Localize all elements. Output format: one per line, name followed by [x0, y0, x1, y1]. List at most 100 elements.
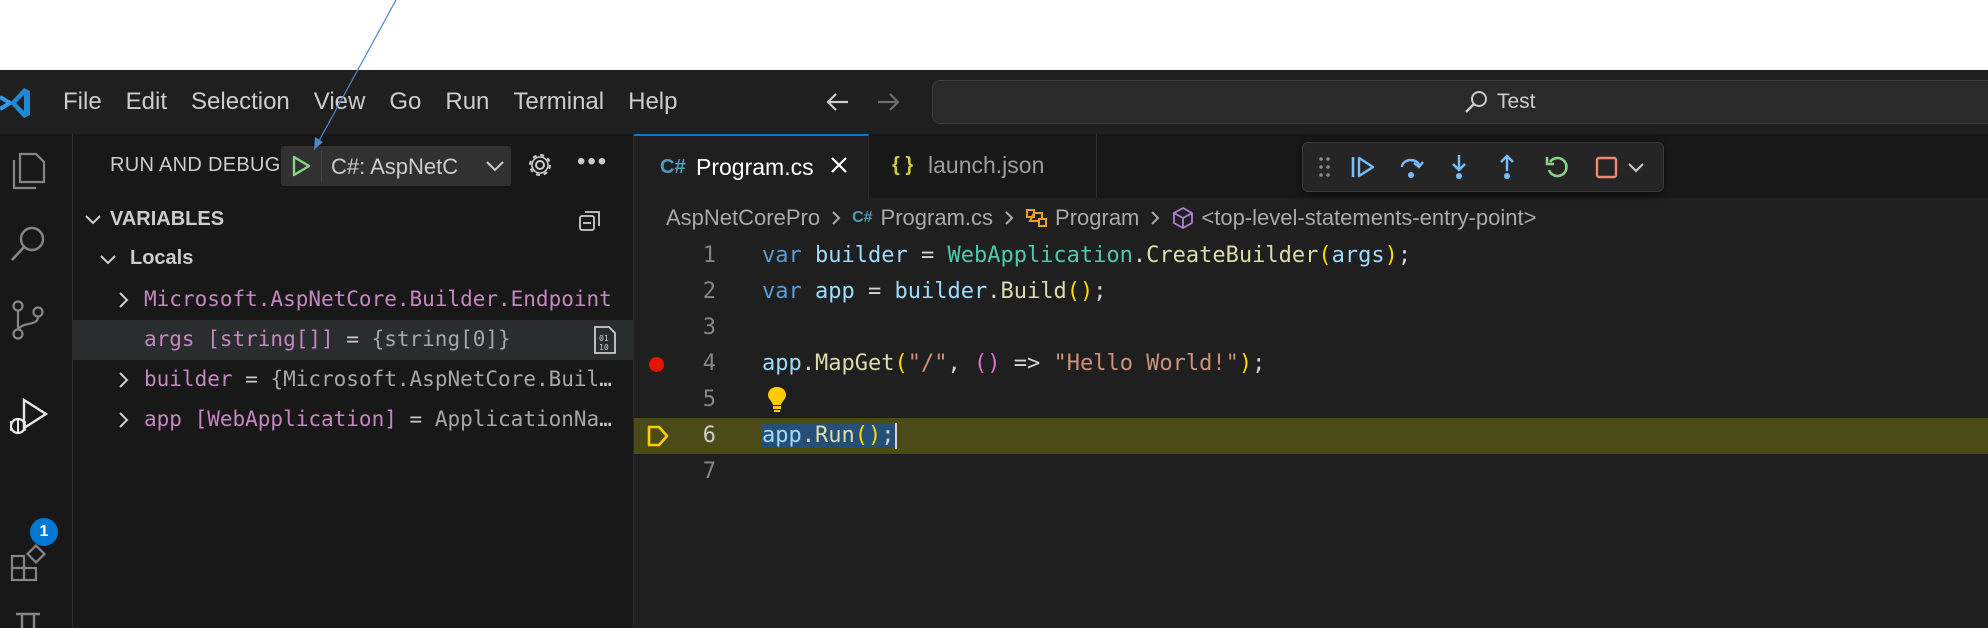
tab-label: launch.json — [928, 152, 1045, 178]
chevron-right-icon[interactable] — [113, 410, 133, 430]
back-arrow-icon[interactable] — [822, 84, 854, 120]
menu-file[interactable]: File — [50, 70, 114, 134]
breadcrumb: AspNetCorePro C# Program.cs Program <top-… — [634, 198, 1988, 238]
explorer-icon[interactable] — [6, 148, 50, 192]
menu-view[interactable]: View — [302, 70, 378, 134]
step-over-icon[interactable] — [1397, 153, 1425, 181]
svg-text:01: 01 — [599, 334, 609, 343]
history-navigation — [822, 84, 904, 120]
breadcrumb-file-label: Program.cs — [880, 205, 994, 230]
sidebar-header: RUN AND DEBUG C#: AspNetC ••• — [73, 134, 633, 196]
debug-configuration[interactable]: C#: AspNetC — [281, 146, 511, 186]
csharp-file-icon: C# — [852, 209, 873, 226]
restart-icon[interactable] — [1543, 153, 1571, 181]
chevron-down-icon — [85, 215, 101, 225]
command-center[interactable]: Test — [932, 80, 1988, 124]
tab-label: Program.cs — [696, 154, 814, 180]
search-icon[interactable] — [6, 222, 50, 266]
code-line: 7 — [634, 454, 1988, 490]
testing-icon[interactable] — [6, 604, 50, 628]
line-number: 3 — [702, 315, 716, 340]
line-number: 6 — [702, 423, 716, 448]
start-debugging-icon[interactable] — [281, 146, 321, 186]
breadcrumb-class[interactable]: Program — [1025, 205, 1139, 231]
source-control-icon[interactable] — [6, 298, 50, 342]
chevron-down-icon — [100, 255, 116, 265]
code-editor[interactable]: 1 var builder = WebApplication.CreateBui… — [634, 238, 1988, 628]
chevron-right-icon[interactable] — [113, 290, 133, 310]
current-statement-arrow-icon — [647, 425, 669, 447]
variable-row[interactable]: args [string[]] = {string[0]} 01 10 — [73, 320, 633, 360]
variable-name: builder — [144, 367, 233, 391]
command-center-text: Test — [1497, 90, 1536, 113]
step-into-icon[interactable] — [1445, 153, 1473, 181]
line-number: 1 — [702, 243, 716, 268]
chevron-right-icon — [832, 211, 841, 225]
code-line: 1 var builder = WebApplication.CreateBui… — [634, 238, 1988, 274]
variable-equals: = — [232, 367, 271, 391]
menu-run[interactable]: Run — [433, 70, 501, 134]
menu-bar: File Edit Selection View Go Run Terminal… — [50, 70, 689, 134]
menu-help[interactable]: Help — [616, 70, 689, 134]
collapse-all-icon[interactable] — [577, 208, 603, 234]
line-number: 4 — [702, 351, 716, 376]
svg-text:10: 10 — [599, 343, 609, 352]
variable-row[interactable]: builder = {Microsoft.AspNetCore.Builder.… — [73, 360, 633, 400]
variable-name: args [string[]] — [144, 327, 334, 351]
csharp-file-icon: C# — [660, 156, 686, 178]
text-cursor — [894, 423, 897, 449]
run-and-debug-sidebar: RUN AND DEBUG C#: AspNetC ••• VARIABLES … — [73, 134, 634, 628]
activity-bar: 1 — [0, 134, 73, 628]
drag-handle-icon[interactable] — [1317, 153, 1333, 181]
menu-go[interactable]: Go — [377, 70, 433, 134]
line-number: 2 — [702, 279, 716, 304]
chevron-right-icon — [1005, 211, 1014, 225]
breadcrumb-project[interactable]: AspNetCorePro — [666, 205, 820, 231]
lightbulb-icon[interactable] — [764, 384, 790, 414]
locals-scope[interactable]: Locals — [73, 242, 633, 278]
locals-label: Locals — [130, 247, 194, 269]
breadcrumb-file[interactable]: C# Program.cs — [852, 205, 993, 231]
breadcrumb-method[interactable]: <top-level-statements-entry-point> — [1171, 205, 1536, 231]
run-debug-icon[interactable] — [6, 396, 50, 440]
step-out-icon[interactable] — [1493, 153, 1521, 181]
code-line: 2 var app = builder.Build(); — [634, 274, 1988, 310]
continue-icon[interactable] — [1349, 153, 1377, 181]
variable-equals: = — [333, 327, 372, 351]
variable-row[interactable]: app [WebApplication] = ApplicationName =… — [73, 400, 633, 440]
menu-selection[interactable]: Selection — [179, 70, 302, 134]
variable-name: Microsoft.AspNetCore.Builder.Endpoint — [144, 287, 612, 311]
code-line: 5 — [634, 382, 1988, 418]
chevron-right-icon — [1151, 211, 1160, 225]
gear-icon[interactable] — [525, 150, 555, 180]
stop-icon[interactable] — [1593, 153, 1621, 181]
debug-toolbar — [1302, 142, 1664, 192]
menu-terminal[interactable]: Terminal — [501, 70, 616, 134]
tab-launch-json[interactable]: { } launch.json — [870, 134, 1097, 198]
extensions-icon[interactable] — [6, 542, 50, 586]
forward-arrow-icon[interactable] — [872, 84, 904, 120]
variables-label: VARIABLES — [110, 208, 225, 230]
more-actions-icon[interactable]: ••• — [577, 148, 608, 176]
debug-config-select[interactable]: C#: AspNetC — [331, 154, 481, 180]
variables-section-header[interactable]: VARIABLES — [73, 200, 633, 240]
close-icon[interactable] — [828, 154, 850, 176]
chevron-down-icon[interactable] — [485, 158, 505, 174]
vscode-logo-icon — [0, 88, 30, 118]
editor-area: C# Program.cs { } launch.json AspNetCore… — [634, 134, 1988, 628]
view-binary-data-icon[interactable]: 01 10 — [591, 325, 619, 355]
variable-value: {Microsoft.AspNetCore.Builder.WebApplica… — [270, 367, 622, 391]
title-bar: File Edit Selection View Go Run Terminal… — [0, 70, 1988, 135]
sidebar-title: RUN AND DEBUG — [110, 154, 281, 176]
breakpoint-icon[interactable] — [649, 357, 664, 372]
line-number: 5 — [702, 387, 716, 412]
chevron-right-icon[interactable] — [113, 370, 133, 390]
breadcrumb-class-label: Program — [1055, 205, 1140, 230]
search-icon — [1465, 91, 1487, 113]
class-symbol-icon — [1026, 209, 1048, 227]
variable-row[interactable]: Microsoft.AspNetCore.Builder.Endpoint — [73, 280, 633, 320]
code-line: 4 app.MapGet("/", () => "Hello World!"); — [634, 346, 1988, 382]
tab-program-cs[interactable]: C# Program.cs — [634, 134, 869, 200]
chevron-down-icon[interactable] — [1625, 153, 1647, 181]
menu-edit[interactable]: Edit — [114, 70, 179, 134]
